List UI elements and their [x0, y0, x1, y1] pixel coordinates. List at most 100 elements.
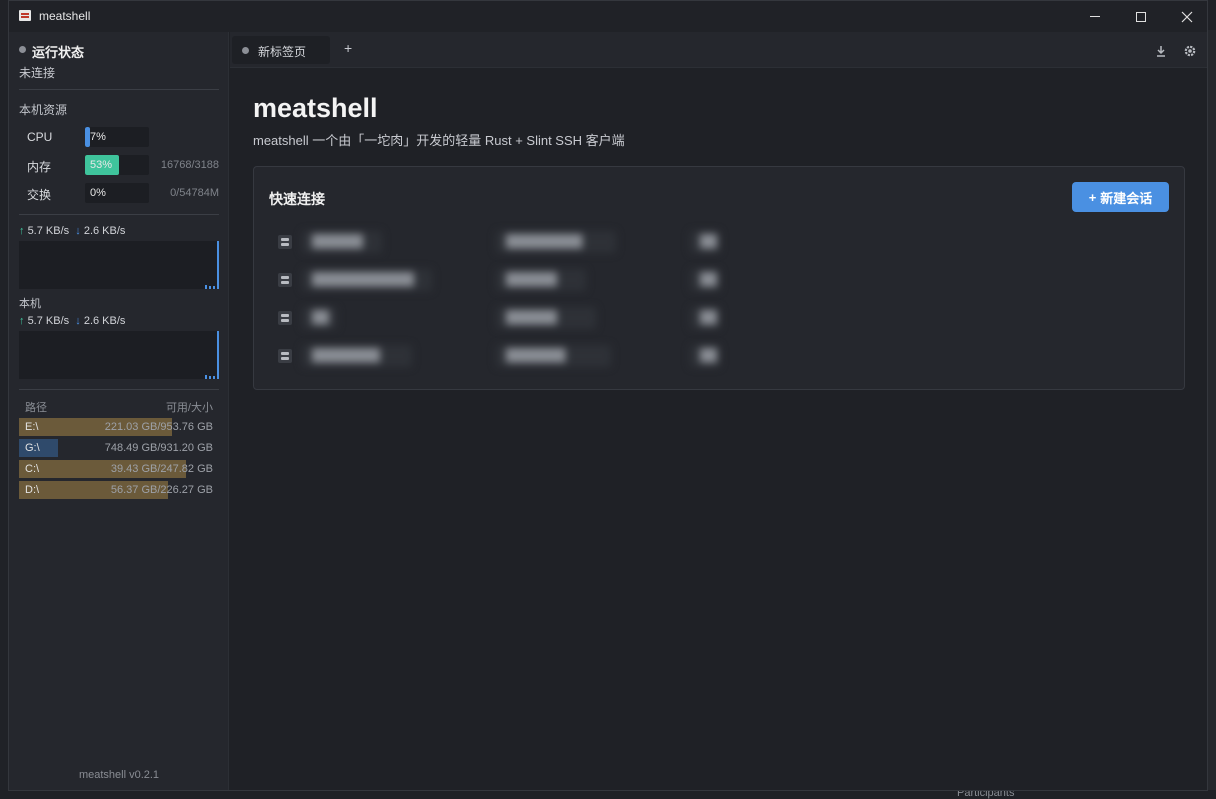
minimize-button[interactable] [1072, 1, 1118, 32]
minimize-icon [1090, 16, 1100, 17]
resources-title: 本机资源 [19, 103, 68, 117]
graph-bar [213, 286, 215, 289]
close-icon [1181, 11, 1193, 22]
disk-name: G:\ [25, 442, 40, 454]
resource-extra: 16768/3188 [160, 159, 219, 171]
disk-name: D:\ [25, 484, 40, 496]
disk-size: 56.37 GB/226.27 GB [110, 484, 213, 496]
resource-bar: 53% [85, 155, 149, 175]
graph-bar [209, 376, 211, 379]
download-icon [1157, 46, 1165, 57]
session-name: ████████████ [302, 269, 432, 291]
resource-row-cpu: CPU 7% [27, 127, 222, 147]
window-title: meatshell [39, 9, 91, 23]
disk-size: 39.43 GB/247.82 GB [110, 463, 213, 475]
graph-bar [213, 376, 215, 379]
main-content: meatshell meatshell 一个由「一坨肉」开发的轻量 Rust +… [230, 69, 1207, 790]
network-download: 2.6 KB/s [83, 315, 126, 327]
network-local-graph [19, 331, 219, 379]
session-port: ██ [690, 307, 720, 329]
new-session-label: 新建会话 [1100, 190, 1153, 206]
session-item[interactable]: ████████████ ██████ ██ [278, 265, 1158, 295]
resource-value: 7% [90, 131, 106, 143]
new-session-button[interactable]: + 新建会话 [1072, 182, 1169, 212]
maximize-button[interactable] [1118, 1, 1164, 32]
session-port: ██ [690, 269, 720, 291]
session-item[interactable]: ████████ ███████ ██ [278, 341, 1158, 371]
download-arrow-icon: ↓ [72, 225, 81, 237]
tab-new[interactable]: 新标签页 [232, 36, 330, 64]
disk-header-size: 可用/大小 [165, 402, 213, 414]
session-item[interactable]: ██ ██████ ██ [278, 303, 1158, 333]
status-indicator-icon [19, 46, 26, 53]
session-name: ██████ [302, 231, 382, 253]
sidebar: 运行状态 未连接 本机资源 CPU 7% 内存 53% 16768/3188 交… [9, 32, 229, 790]
resource-value: 53% [90, 159, 113, 171]
resource-row-swap: 交换 0% 0/54784M [27, 183, 222, 203]
desktop-edge-right [1208, 30, 1216, 799]
server-icon [278, 311, 292, 325]
resource-bar: 0% [85, 183, 149, 203]
session-host: ██████ [496, 307, 596, 329]
disk-table-header: 路径 可用/大小 [25, 399, 213, 415]
session-host: █████████ [496, 231, 616, 253]
disk-row: C:\ 39.43 GB/247.82 GB [19, 460, 213, 478]
graph-edge [217, 241, 219, 289]
disk-row: G:\ 748.49 GB/931.20 GB [19, 439, 213, 457]
resource-row-memory: 内存 53% 16768/3188 [27, 155, 222, 175]
network-local-speed: ↑ 5.7 KB/s ↓ 2.6 KB/s [19, 315, 125, 327]
disk-size: 748.49 GB/931.20 GB [104, 442, 213, 454]
close-button[interactable] [1164, 1, 1207, 32]
quick-connect-card: 快速连接 + 新建会话 ██████ █████████ ██ ████████… [253, 166, 1185, 390]
graph-bar [205, 375, 207, 379]
tab-label: 新标签页 [258, 45, 307, 59]
divider [19, 89, 219, 90]
network-upload: 5.7 KB/s [27, 225, 70, 237]
desktop-edge-bottom [0, 790, 1216, 799]
server-icon [278, 273, 292, 287]
add-tab-button[interactable]: + [344, 40, 352, 56]
upload-arrow-icon: ↑ [19, 315, 25, 327]
title-bar[interactable]: meatshell [9, 1, 1207, 32]
session-name: ██ [302, 307, 337, 329]
disk-size: 221.03 GB/953.76 GB [104, 421, 213, 433]
network-download: 2.6 KB/s [83, 225, 126, 237]
download-arrow-icon: ↓ [72, 315, 81, 327]
status-title: 运行状态 [32, 45, 85, 60]
divider [19, 214, 219, 215]
disk-row: D:\ 56.37 GB/226.27 GB [19, 481, 213, 499]
network-upload: 5.7 KB/s [27, 315, 70, 327]
session-host: ███████ [496, 345, 611, 367]
download-button[interactable] [1154, 44, 1168, 58]
disk-name: C:\ [25, 463, 40, 475]
quick-connect-title: 快速连接 [269, 191, 325, 207]
graph-bar [209, 286, 211, 289]
app-version: meatshell v0.2.1 [78, 769, 160, 781]
disk-header-path: 路径 [25, 402, 47, 414]
graph-edge [217, 331, 219, 379]
session-host: ██████ [496, 269, 586, 291]
app-window: meatshell 运行状态 未连接 本机资源 CPU 7% 内存 53% 16… [8, 0, 1208, 791]
session-name: ████████ [302, 345, 412, 367]
network-local-label: 本机 [19, 298, 41, 310]
server-icon [278, 349, 292, 363]
resource-name: 交换 [27, 188, 52, 202]
tab-status-icon [242, 47, 249, 54]
resource-name: 内存 [27, 160, 52, 174]
page-description: meatshell 一个由「一坨肉」开发的轻量 Rust + Slint SSH… [253, 133, 625, 148]
disk-row: E:\ 221.03 GB/953.76 GB [19, 418, 213, 436]
status-value: 未连接 [19, 66, 56, 80]
settings-button[interactable] [1183, 44, 1197, 58]
session-item[interactable]: ██████ █████████ ██ [278, 227, 1158, 257]
graph-bar [205, 285, 207, 289]
gear-icon [1184, 45, 1196, 57]
network-total-speed: ↑ 5.7 KB/s ↓ 2.6 KB/s [19, 225, 125, 237]
plus-icon: + [1088, 189, 1097, 205]
maximize-icon [1136, 11, 1146, 22]
session-port: ██ [690, 345, 720, 367]
disk-name: E:\ [25, 421, 39, 433]
upload-arrow-icon: ↑ [19, 225, 25, 237]
page-title: meatshell [253, 93, 378, 123]
server-icon [278, 235, 292, 249]
resource-name: CPU [27, 130, 53, 144]
